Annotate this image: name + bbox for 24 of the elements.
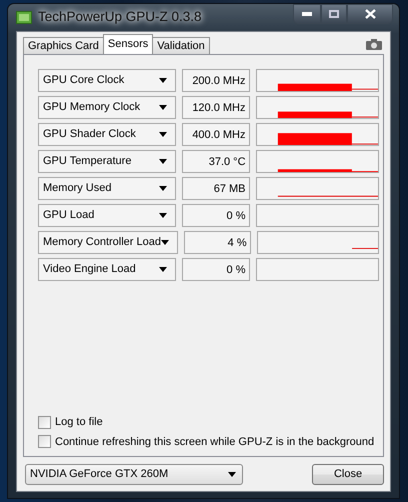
checkbox-label: Log to file [55, 415, 103, 430]
sensor-select[interactable]: Memory Controller Load [38, 231, 178, 254]
sensor-select[interactable]: GPU Shader Clock [38, 123, 176, 146]
sensor-reading: 4 % [184, 231, 251, 254]
tab[interactable]: Sensors [102, 34, 154, 54]
sensor-select[interactable]: GPU Memory Clock [38, 96, 176, 119]
sensor-reading: 37.0 °C [182, 150, 250, 173]
sensor-reading: 120.0 MHz [182, 96, 250, 119]
sensor-reading: 0 % [182, 258, 250, 281]
tab[interactable]: Graphics Card [23, 37, 104, 54]
sensor-select[interactable]: Video Engine Load [38, 258, 176, 281]
checkbox-label: Continue refreshing this screen while GPU-Z is in the background [55, 434, 374, 450]
tab[interactable]: Validation [152, 37, 210, 54]
sensor-reading: 200.0 MHz [182, 69, 250, 92]
sensor-reading: 0 % [182, 204, 250, 227]
sensor-select[interactable]: GPU Temperature [38, 150, 176, 173]
window-title: TechPowerUp GPU-Z 0.3.8 [38, 8, 202, 26]
gpu-select[interactable]: NVIDIA GeForce GTX 260M [25, 464, 243, 485]
close-button[interactable]: Close [312, 464, 384, 485]
sensor-select[interactable]: GPU Core Clock [38, 69, 176, 92]
sensor-reading: 67 MB [182, 177, 250, 200]
sensor-reading: 400.0 MHz [182, 123, 250, 146]
sensor-select[interactable]: GPU Load [38, 204, 176, 227]
sensor-select[interactable]: Memory Used [38, 177, 176, 200]
